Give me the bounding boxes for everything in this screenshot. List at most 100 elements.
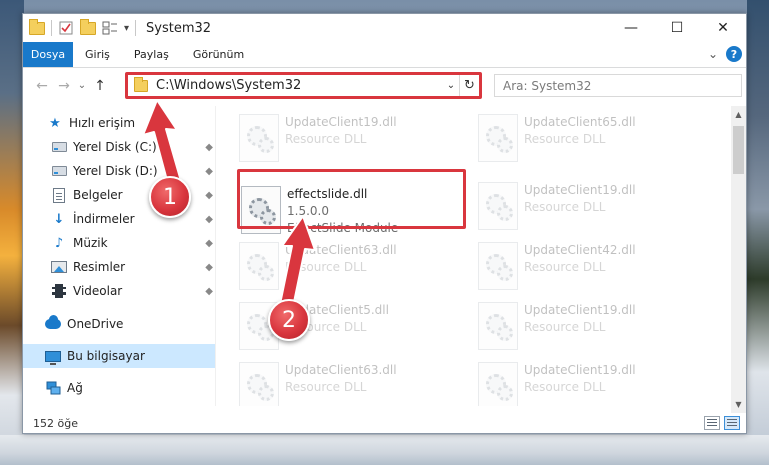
recent-locations-button[interactable]: ⌄ bbox=[75, 75, 89, 97]
sidebar-item-label: Müzik bbox=[73, 236, 108, 250]
tab-file[interactable]: Dosya bbox=[23, 42, 73, 67]
qat-dropdown-icon[interactable]: ▾ bbox=[124, 23, 129, 34]
pin-icon[interactable]: ◆ bbox=[205, 262, 213, 273]
minimize-button[interactable]: — bbox=[608, 14, 654, 42]
maximize-button[interactable]: ☐ bbox=[654, 14, 700, 42]
drive-icon bbox=[51, 163, 67, 179]
refresh-button[interactable]: ↻ bbox=[459, 75, 479, 96]
file-description: Resource DLL bbox=[524, 200, 606, 214]
file-description: Resource DLL bbox=[285, 132, 367, 146]
folder-icon bbox=[29, 18, 45, 36]
desktop-background-left bbox=[0, 0, 24, 465]
file-name: UpdateClient19.dll bbox=[285, 115, 397, 129]
up-button[interactable]: ↑ bbox=[89, 75, 111, 97]
item-count: 152 öğe bbox=[33, 417, 78, 430]
explorer-window: ▾ System32 — ☐ ✕ Dosya Giriş Paylaş Görü… bbox=[22, 13, 747, 434]
search-input[interactable]: Ara: System32 bbox=[494, 74, 742, 97]
back-button[interactable]: ← bbox=[31, 75, 53, 97]
title-bar: ▾ System32 — ☐ ✕ bbox=[23, 14, 746, 42]
desktop-background-right bbox=[747, 0, 769, 465]
documents-icon bbox=[51, 187, 67, 203]
sidebar-item-label: Ağ bbox=[67, 381, 83, 395]
view-switcher bbox=[704, 416, 740, 430]
file-name: UpdateClient65.dll bbox=[524, 115, 636, 129]
cloud-icon bbox=[45, 315, 61, 332]
file-name: UpdateClient19.dll bbox=[524, 183, 636, 197]
toolbar-divider bbox=[51, 20, 52, 36]
file-name: effectslide.dll bbox=[287, 187, 368, 201]
forward-button[interactable]: → bbox=[53, 75, 75, 97]
step-2-badge: 2 bbox=[268, 299, 310, 341]
file-description: Resource DLL bbox=[524, 380, 606, 394]
sidebar-item-onedrive[interactable]: OneDrive bbox=[23, 312, 215, 336]
sidebar-item-network[interactable]: Ağ bbox=[23, 376, 215, 400]
details-view-icon[interactable] bbox=[704, 416, 720, 430]
download-icon: ↓ bbox=[53, 211, 65, 227]
help-icon[interactable]: ? bbox=[726, 46, 742, 62]
star-icon: ★ bbox=[49, 115, 61, 131]
sidebar-item-label: Hızlı erişim bbox=[69, 116, 136, 130]
dll-file-icon bbox=[478, 242, 518, 290]
sidebar-item-label: İndirmeler bbox=[73, 212, 135, 226]
address-dropdown-icon[interactable]: ⌄ bbox=[443, 80, 459, 91]
file-name: UpdateClient19.dll bbox=[524, 303, 636, 317]
sidebar-item-label: Belgeler bbox=[73, 188, 123, 202]
desktop-background-bottom bbox=[0, 435, 769, 465]
file-name: UpdateClient63.dll bbox=[285, 363, 397, 377]
tab-view[interactable]: Görünüm bbox=[181, 42, 256, 67]
file-tile[interactable]: UpdateClient63.dll Resource DLL bbox=[239, 358, 469, 406]
pictures-icon bbox=[51, 259, 67, 275]
window-title: System32 bbox=[146, 20, 212, 36]
window-controls: — ☐ ✕ bbox=[608, 14, 746, 42]
close-button[interactable]: ✕ bbox=[700, 14, 746, 42]
vertical-scrollbar[interactable]: ▲ ▼ bbox=[731, 106, 746, 413]
address-path[interactable]: C:\Windows\System32 bbox=[156, 78, 443, 93]
file-description: Resource DLL bbox=[524, 132, 606, 146]
step-1-badge: 1 bbox=[149, 176, 191, 218]
pin-icon[interactable]: ◆ bbox=[205, 238, 213, 249]
pane-splitter[interactable] bbox=[215, 106, 216, 406]
sidebar-item-label: OneDrive bbox=[67, 317, 124, 331]
music-icon: ♪ bbox=[54, 235, 64, 251]
drive-icon bbox=[51, 139, 67, 155]
expand-ribbon-icon[interactable]: ⌄ bbox=[708, 47, 718, 61]
status-bar: 152 öğe bbox=[23, 413, 746, 434]
file-tile[interactable]: UpdateClient42.dll Resource DLL bbox=[478, 238, 708, 298]
dll-file-icon bbox=[478, 182, 518, 230]
file-tile[interactable]: UpdateClient19.dll Resource DLL bbox=[478, 178, 708, 238]
address-bar[interactable]: C:\Windows\System32 ⌄ ↻ bbox=[127, 74, 480, 97]
sidebar-item-music[interactable]: ♪ Müzik ◆ bbox=[23, 231, 215, 255]
dll-file-icon bbox=[478, 302, 518, 350]
properties-icon[interactable] bbox=[58, 20, 74, 36]
file-tile[interactable]: UpdateClient19.dll Resource DLL bbox=[478, 358, 708, 406]
file-name: UpdateClient19.dll bbox=[524, 363, 636, 377]
new-folder-icon[interactable] bbox=[80, 18, 96, 36]
pin-icon[interactable]: ◆ bbox=[205, 286, 213, 297]
file-description: Resource DLL bbox=[524, 320, 606, 334]
ribbon-tabs: Dosya Giriş Paylaş Görünüm ⌄ ? bbox=[23, 42, 746, 68]
sidebar-item-this-pc[interactable]: Bu bilgisayar bbox=[23, 344, 215, 368]
tiles-view-icon[interactable] bbox=[724, 416, 740, 430]
dll-file-icon bbox=[478, 114, 518, 162]
file-description: Resource DLL bbox=[524, 260, 606, 274]
sidebar-item-downloads[interactable]: ↓ İndirmeler ◆ bbox=[23, 207, 215, 231]
tab-share[interactable]: Paylaş bbox=[122, 42, 181, 67]
tab-home[interactable]: Giriş bbox=[73, 42, 122, 67]
network-icon bbox=[45, 380, 61, 396]
scroll-up-icon[interactable]: ▲ bbox=[731, 106, 746, 123]
file-tile[interactable]: UpdateClient19.dll Resource DLL bbox=[478, 298, 708, 358]
scroll-down-icon[interactable]: ▼ bbox=[731, 396, 746, 413]
file-tile[interactable]: UpdateClient19.dll Resource DLL bbox=[239, 110, 469, 170]
sidebar-item-pictures[interactable]: Resimler ◆ bbox=[23, 255, 215, 279]
toolbar-divider bbox=[135, 20, 137, 36]
pin-icon[interactable]: ◆ bbox=[205, 214, 213, 225]
sidebar-item-videos[interactable]: Videolar ◆ bbox=[23, 279, 215, 303]
dll-file-icon bbox=[478, 362, 518, 406]
file-tile[interactable]: UpdateClient65.dll Resource DLL bbox=[478, 110, 708, 170]
videos-icon bbox=[51, 283, 67, 299]
dll-file-icon bbox=[239, 362, 279, 406]
file-description: Resource DLL bbox=[285, 380, 367, 394]
scroll-thumb[interactable] bbox=[733, 126, 744, 174]
customize-qat-icon[interactable] bbox=[102, 20, 118, 36]
file-name: UpdateClient42.dll bbox=[524, 243, 636, 257]
